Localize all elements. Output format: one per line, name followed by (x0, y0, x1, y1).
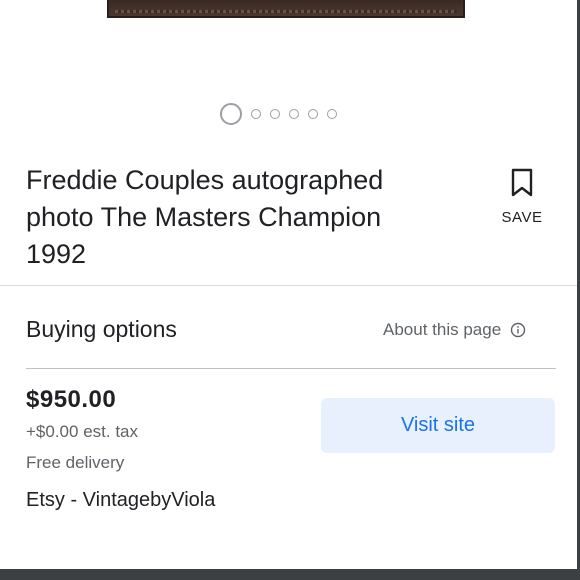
carousel-dot-3[interactable] (270, 109, 280, 119)
carousel-dot-4[interactable] (289, 109, 299, 119)
carousel-dot-6[interactable] (327, 109, 337, 119)
carousel-dot-2[interactable] (251, 109, 261, 119)
carousel-dot-1[interactable] (220, 103, 242, 125)
save-button[interactable]: SAVE (494, 168, 550, 226)
about-this-page-label: About this page (383, 320, 502, 339)
buying-options-heading: Buying options (26, 316, 177, 342)
info-icon (510, 322, 526, 338)
visit-site-button[interactable]: Visit site (321, 398, 555, 453)
product-photo[interactable] (107, 0, 465, 18)
offer-seller[interactable]: Etsy - VintagebyViola (26, 489, 215, 512)
offer-price: $950.00 (26, 386, 117, 413)
bottom-bar (0, 569, 580, 580)
product-title: Freddie Couples autographed photo The Ma… (26, 165, 384, 269)
section-divider (0, 285, 577, 286)
about-this-page-link[interactable]: About this page (383, 320, 526, 340)
bookmark-icon (511, 168, 533, 197)
offer-delivery: Free delivery (26, 453, 125, 472)
offer-divider (26, 368, 556, 369)
carousel-indicator (220, 103, 346, 125)
carousel-dot-5[interactable] (308, 109, 318, 119)
save-label: SAVE (501, 209, 543, 226)
offer-tax: +$0.00 est. tax (26, 422, 138, 441)
